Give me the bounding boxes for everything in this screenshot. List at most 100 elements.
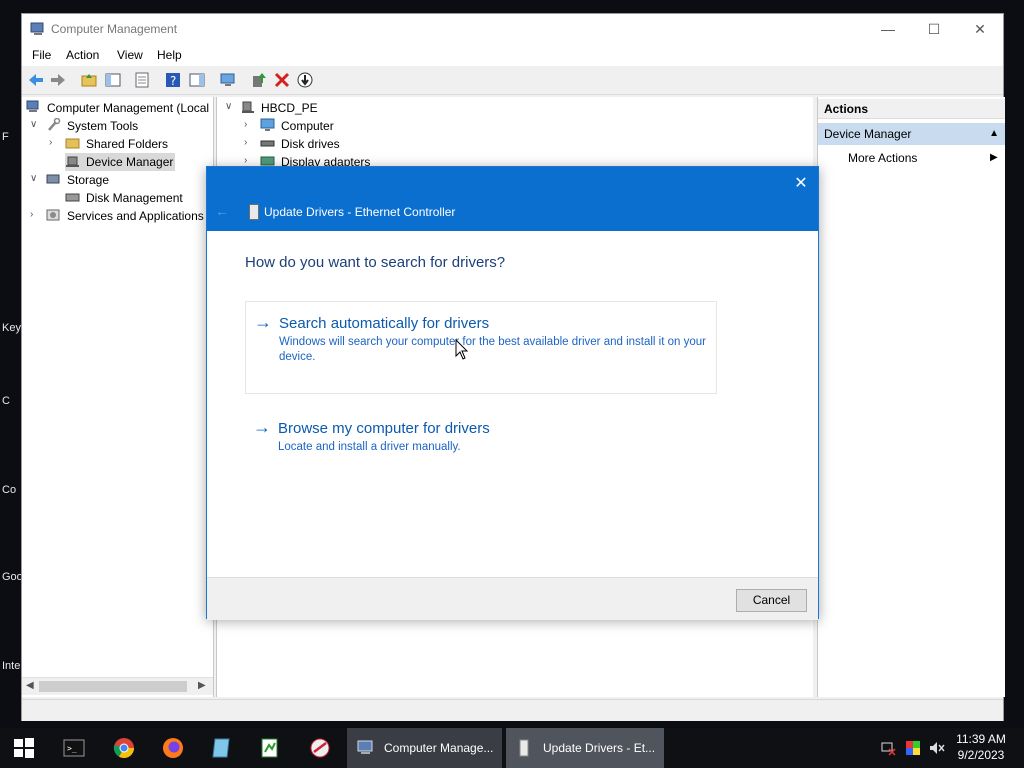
search-automatically-option[interactable]: → Search automatically for drivers Windo… bbox=[245, 301, 717, 394]
tree-item-label: Device Manager bbox=[86, 155, 174, 169]
scroll-left-icon[interactable]: ◀ bbox=[26, 680, 34, 691]
cancel-button[interactable]: Cancel bbox=[736, 589, 807, 612]
more-actions-item[interactable]: More Actions bbox=[848, 151, 917, 165]
minimize-button[interactable]: — bbox=[865, 14, 911, 44]
actions-pane: Actions Device Manager ▲ More Actions ▶ bbox=[817, 97, 1005, 697]
collapse-up-icon[interactable]: ▲ bbox=[989, 123, 999, 145]
close-button[interactable]: ✕ bbox=[957, 14, 1003, 44]
taskbar-computer-management[interactable]: Computer Manage... bbox=[347, 728, 502, 768]
chevron-right-icon[interactable]: › bbox=[244, 137, 254, 148]
properties-icon[interactable] bbox=[133, 71, 151, 89]
chevron-right-icon[interactable]: › bbox=[244, 155, 254, 166]
computer-management-icon bbox=[26, 100, 39, 112]
close-icon[interactable]: ✕ bbox=[790, 173, 812, 195]
more-actions-label: More Actions bbox=[848, 151, 918, 165]
task-label: Update Drivers - Et... bbox=[543, 741, 656, 755]
option-description: Locate and install a driver manually. bbox=[278, 441, 461, 453]
back-arrow-icon[interactable]: ← bbox=[215, 203, 229, 219]
option-description: Windows will search your computer for th… bbox=[279, 336, 706, 363]
dialog-question: How do you want to search for drivers? bbox=[245, 254, 506, 271]
firefox-icon[interactable] bbox=[162, 737, 184, 759]
desktop-label-fragment[interactable]: Goo bbox=[2, 571, 23, 583]
status-bar bbox=[22, 699, 1003, 721]
editor-icon[interactable] bbox=[259, 737, 281, 759]
maximize-button[interactable]: ☐ bbox=[911, 14, 957, 44]
chevron-down-icon[interactable]: ∨ bbox=[225, 101, 235, 112]
tree-item-computer-management[interactable]: Computer Management (Local bbox=[26, 99, 213, 117]
menu-file[interactable]: File bbox=[32, 48, 51, 62]
browse-computer-option[interactable]: → Browse my computer for drivers Locate … bbox=[245, 407, 717, 463]
chevron-right-icon[interactable]: › bbox=[244, 119, 254, 130]
chevron-down-icon[interactable]: ∨ bbox=[30, 173, 40, 184]
svg-text:?: ? bbox=[170, 74, 176, 88]
update-drivers-dialog: ✕ ← Update Drivers - Ethernet Controller… bbox=[206, 166, 819, 620]
windows-start-icon[interactable] bbox=[13, 737, 35, 759]
menu-bar: File Action View Help bbox=[22, 44, 1003, 66]
uninstall-device-icon[interactable] bbox=[273, 71, 291, 89]
tool-app-icon[interactable] bbox=[309, 737, 331, 759]
toolbar: ? bbox=[22, 67, 1003, 95]
horizontal-scrollbar[interactable]: ◀ ▶ bbox=[22, 677, 213, 695]
back-arrow-icon[interactable] bbox=[27, 71, 45, 89]
menu-view[interactable]: View bbox=[117, 48, 143, 62]
update-driver-icon[interactable] bbox=[250, 71, 268, 89]
services-icon bbox=[46, 209, 60, 221]
color-tray-icon[interactable] bbox=[905, 740, 921, 756]
show-action-pane-icon[interactable] bbox=[188, 71, 206, 89]
network-icon[interactable] bbox=[880, 740, 896, 756]
task-label: Computer Manage... bbox=[384, 741, 494, 755]
scan-hardware-icon[interactable] bbox=[219, 71, 237, 89]
tree-item-label: Storage bbox=[67, 173, 110, 187]
window-title: Computer Management bbox=[51, 22, 178, 36]
system-clock[interactable]: 11:39 AM 9/2/2023 bbox=[950, 731, 1012, 763]
forward-arrow-icon[interactable] bbox=[49, 71, 67, 89]
scrollbar-thumb[interactable] bbox=[39, 681, 187, 692]
device-category-computer[interactable]: › Computer bbox=[244, 117, 444, 135]
command-prompt-icon[interactable]: >_ bbox=[63, 737, 85, 759]
notepad-icon[interactable] bbox=[211, 737, 233, 759]
desktop-label-fragment[interactable]: Key bbox=[2, 322, 21, 334]
tree-item-label: Disk Management bbox=[86, 191, 183, 205]
chevron-right-icon[interactable]: › bbox=[30, 209, 40, 220]
mouse-pointer-icon bbox=[455, 339, 469, 360]
tree-item-shared-folders[interactable]: › Shared Folders bbox=[49, 135, 209, 153]
dialog-footer: Cancel bbox=[207, 577, 818, 620]
option-title: Browse my computer for drivers bbox=[278, 420, 490, 437]
taskbar-update-drivers[interactable]: Update Drivers - Et... bbox=[506, 728, 664, 768]
clock-date: 9/2/2023 bbox=[957, 748, 1005, 762]
help-icon[interactable]: ? bbox=[164, 71, 182, 89]
tree-item-disk-management[interactable]: Disk Management bbox=[65, 189, 213, 207]
chevron-down-icon[interactable]: ∨ bbox=[30, 119, 40, 130]
desktop-label-fragment[interactable]: F bbox=[2, 131, 9, 143]
title-bar[interactable]: Computer Management — ☐ ✕ bbox=[22, 14, 1003, 44]
show-hide-tree-icon[interactable] bbox=[104, 71, 122, 89]
tree-item-device-manager[interactable]: Device Manager bbox=[65, 153, 175, 171]
scroll-right-icon[interactable]: ▶ bbox=[198, 680, 206, 691]
device-category-label: Disk drives bbox=[281, 137, 340, 151]
desktop-label-fragment[interactable]: C bbox=[2, 395, 10, 407]
tree-item-services-applications[interactable]: › Services and Applications bbox=[30, 207, 213, 225]
dialog-header[interactable]: ✕ ← Update Drivers - Ethernet Controller bbox=[207, 167, 818, 231]
actions-section-device-manager[interactable]: Device Manager ▲ bbox=[818, 123, 1005, 145]
tree-item-system-tools[interactable]: ∨ System Tools bbox=[30, 117, 210, 135]
chrome-icon[interactable] bbox=[113, 737, 135, 759]
shared-folders-icon bbox=[65, 138, 80, 149]
ethernet-controller-icon bbox=[249, 204, 259, 220]
actions-header: Actions bbox=[818, 99, 1005, 119]
device-tree-root[interactable]: ∨ HBCD_PE bbox=[225, 99, 425, 117]
dialog-title: Update Drivers - Ethernet Controller bbox=[264, 205, 456, 219]
tree-item-storage[interactable]: ∨ Storage bbox=[30, 171, 210, 189]
device-category-disk-drives[interactable]: › Disk drives bbox=[244, 135, 444, 153]
desktop-label-fragment[interactable]: Co bbox=[2, 484, 16, 496]
menu-help[interactable]: Help bbox=[157, 48, 182, 62]
chevron-right-icon[interactable]: › bbox=[49, 137, 59, 148]
menu-action[interactable]: Action bbox=[66, 48, 99, 62]
storage-icon bbox=[46, 174, 60, 184]
desktop-label-fragment[interactable]: Inte bbox=[2, 660, 20, 672]
volume-muted-icon[interactable] bbox=[928, 740, 946, 756]
submenu-arrow-icon: ▶ bbox=[990, 152, 998, 163]
disk-drive-icon bbox=[260, 140, 275, 147]
enable-device-icon[interactable] bbox=[296, 71, 314, 89]
up-folder-icon[interactable] bbox=[80, 71, 98, 89]
tree-item-label: Shared Folders bbox=[86, 137, 169, 151]
